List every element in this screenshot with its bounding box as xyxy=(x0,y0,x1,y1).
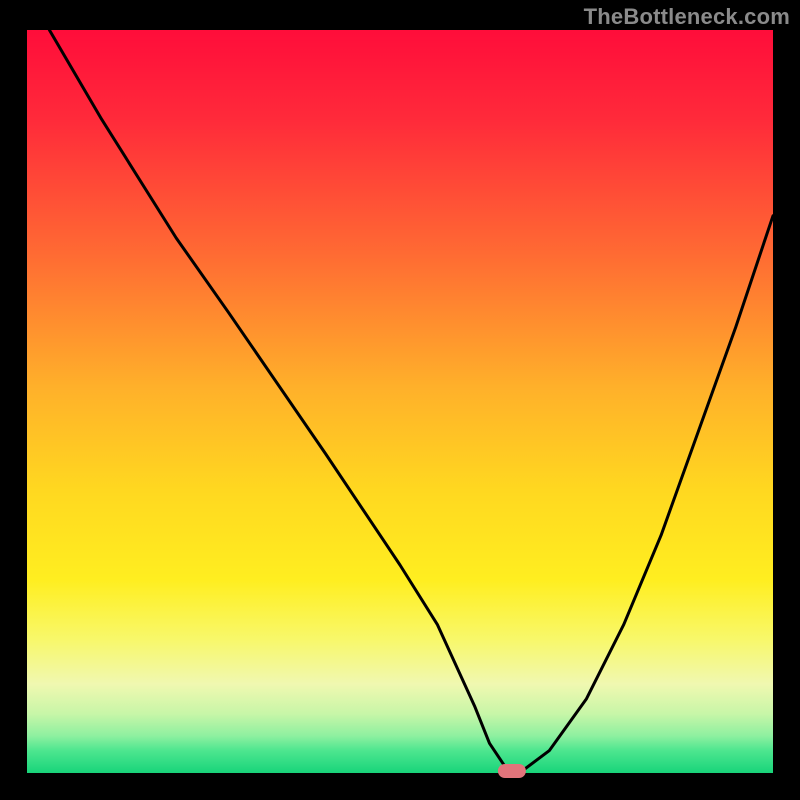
bottleneck-chart xyxy=(0,0,800,800)
watermark-label: TheBottleneck.com xyxy=(584,4,790,30)
plot-background xyxy=(27,30,773,773)
chart-frame: TheBottleneck.com xyxy=(0,0,800,800)
optimum-marker xyxy=(498,764,526,778)
